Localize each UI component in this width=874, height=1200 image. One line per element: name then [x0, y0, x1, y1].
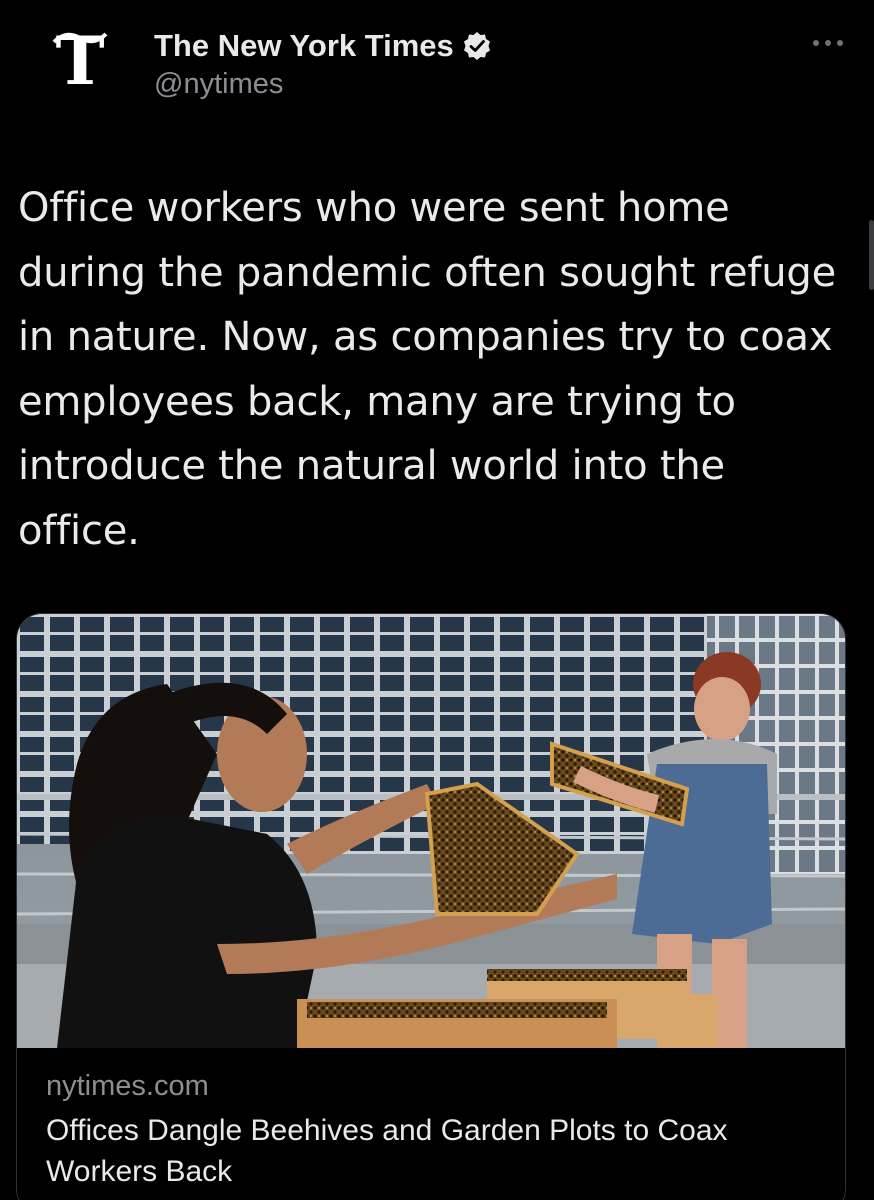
card-title[interactable]: Offices Dangle Beehives and Garden Plots… — [46, 1110, 766, 1192]
user-handle[interactable]: @nytimes — [154, 68, 492, 101]
card-domain: nytimes.com — [46, 1070, 209, 1102]
avatar[interactable]: T — [40, 22, 120, 102]
more-options-button[interactable] — [810, 30, 846, 50]
card-image[interactable] — [17, 614, 845, 1048]
svg-text:T: T — [55, 22, 104, 100]
tweet-text: Office workers who were sent home during… — [18, 185, 836, 554]
article-photo-beekeepers-rooftop — [17, 614, 845, 1048]
scrollbar-thumb[interactable] — [869, 220, 874, 290]
tweet-author[interactable]: The New York Times @nytimes — [154, 26, 492, 101]
verified-badge-icon — [463, 32, 490, 60]
link-card[interactable]: nytimes.com Offices Dangle Beehives and … — [16, 613, 846, 1200]
display-name[interactable]: The New York Times — [154, 28, 454, 64]
nyt-t-logo-icon: T — [52, 22, 108, 100]
more-horizontal-icon — [813, 40, 843, 46]
card-footer[interactable]: nytimes.com Offices Dangle Beehives and … — [17, 1048, 845, 1192]
